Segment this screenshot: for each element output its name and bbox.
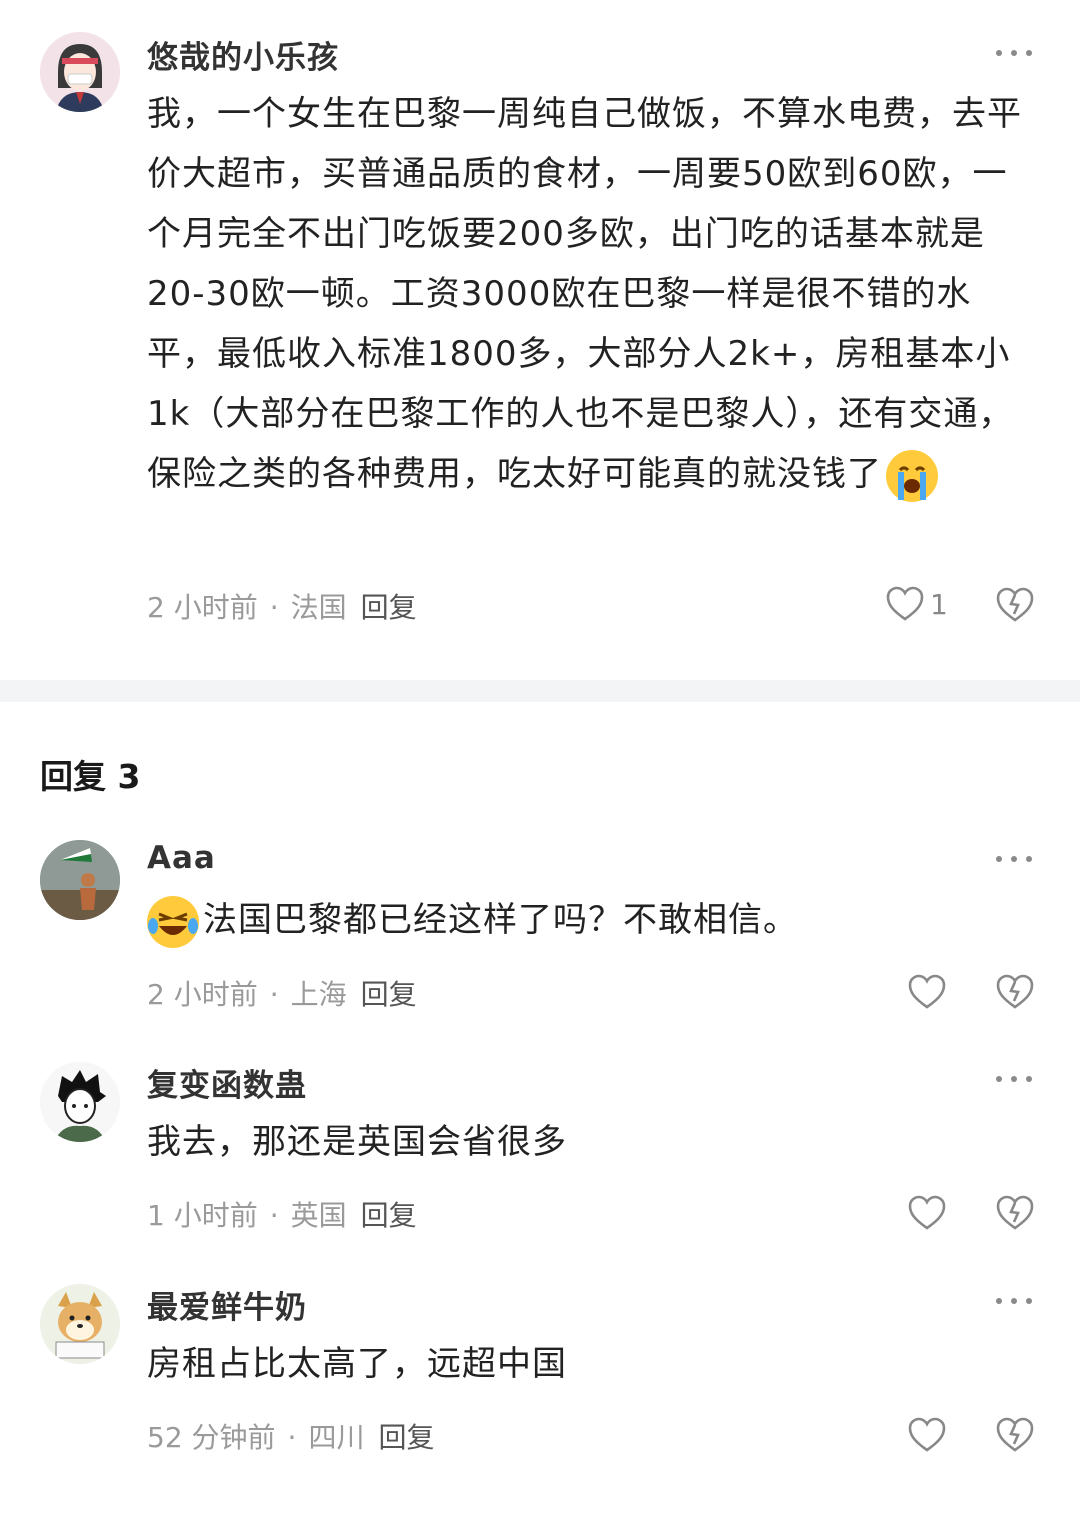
comment-text-content: 我去，那还是英国会省很多 bbox=[147, 1122, 567, 1162]
avatar[interactable] bbox=[40, 1284, 120, 1364]
separator: · bbox=[287, 1421, 297, 1454]
location: 英国 bbox=[290, 1199, 347, 1232]
comment-meta: 2 小时前 · 法国 回复 bbox=[147, 586, 417, 626]
heart-icon bbox=[886, 586, 924, 621]
reply-button[interactable]: 回复 bbox=[361, 978, 417, 1011]
laughing-tears-emoji-icon bbox=[147, 895, 199, 948]
reply-item: 复变函数蛊 我去，那还是英国会省很多 1 小时前 · 英国 回复 bbox=[0, 1040, 1080, 1240]
avatar[interactable] bbox=[40, 1062, 120, 1142]
section-divider bbox=[0, 680, 1080, 702]
comment-meta: 52 分钟前 · 四川 回复 bbox=[147, 1416, 434, 1456]
reply-item: 最爱鲜牛奶 房租占比太高了，远超中国 52 分钟前 · 四川 回复 bbox=[0, 1262, 1080, 1502]
comment-text-content: 我，一个女生在巴黎一周纯自己做饭，不算水电费，去平价大超市，买普通品质的食材，一… bbox=[147, 94, 1022, 494]
like-count: 1 bbox=[930, 587, 948, 621]
comment-text: 我，一个女生在巴黎一周纯自己做饭，不算水电费，去平价大超市，买普通品质的食材，一… bbox=[147, 84, 1037, 504]
comment-text: 我去，那还是英国会省很多 bbox=[147, 1112, 1037, 1172]
location: 上海 bbox=[290, 978, 347, 1011]
dislike-icon[interactable] bbox=[996, 974, 1034, 1010]
heart-icon[interactable] bbox=[908, 1195, 946, 1231]
dislike-icon[interactable] bbox=[996, 1417, 1034, 1453]
username[interactable]: Aaa bbox=[147, 840, 216, 876]
timestamp: 1 小时前 bbox=[147, 1199, 258, 1232]
reply-button[interactable]: 回复 bbox=[378, 1421, 434, 1454]
comment-text-content: 法国巴黎都已经这样了吗？不敢相信。 bbox=[203, 900, 798, 940]
username[interactable]: 悠哉的小乐孩 bbox=[147, 32, 339, 77]
timestamp: 2 小时前 bbox=[147, 978, 258, 1011]
heart-icon[interactable] bbox=[908, 974, 946, 1010]
comment-meta: 1 小时前 · 英国 回复 bbox=[147, 1194, 417, 1234]
more-icon[interactable] bbox=[996, 1296, 1032, 1306]
reply-item: Aaa 法国巴黎都已经这样了吗？不敢相信。 2 小时前 · 上海 回复 bbox=[0, 820, 1080, 1020]
location: 法国 bbox=[290, 591, 347, 624]
username[interactable]: 复变函数蛊 bbox=[147, 1060, 307, 1105]
reply-button[interactable]: 回复 bbox=[361, 1199, 417, 1232]
avatar[interactable] bbox=[40, 32, 120, 112]
separator: · bbox=[269, 978, 279, 1011]
main-comment: 悠哉的小乐孩 我，一个女生在巴黎一周纯自己做饭，不算水电费，去平价大超市，买普通… bbox=[0, 0, 1080, 680]
comment-meta: 2 小时前 · 上海 回复 bbox=[147, 973, 417, 1013]
replies-header: 回复 3 bbox=[40, 757, 141, 796]
comment-text-content: 房租占比太高了，远超中国 bbox=[147, 1344, 567, 1384]
location: 四川 bbox=[308, 1421, 365, 1454]
dislike-icon[interactable] bbox=[996, 587, 1034, 623]
more-icon[interactable] bbox=[996, 1074, 1032, 1084]
comment-text: 房租占比太高了，远超中国 bbox=[147, 1334, 1037, 1394]
more-icon[interactable] bbox=[996, 48, 1032, 58]
timestamp: 52 分钟前 bbox=[147, 1421, 276, 1454]
username[interactable]: 最爱鲜牛奶 bbox=[147, 1282, 307, 1327]
timestamp: 2 小时前 bbox=[147, 591, 258, 624]
avatar[interactable] bbox=[40, 840, 120, 920]
crying-face-emoji-icon bbox=[886, 449, 938, 502]
more-icon[interactable] bbox=[996, 854, 1032, 864]
heart-icon[interactable] bbox=[908, 1417, 946, 1453]
dislike-icon[interactable] bbox=[996, 1195, 1034, 1231]
separator: · bbox=[269, 591, 279, 624]
like-button[interactable]: 1 bbox=[886, 586, 948, 622]
separator: · bbox=[269, 1199, 279, 1232]
comment-text: 法国巴黎都已经这样了吗？不敢相信。 bbox=[147, 890, 1037, 950]
reply-button[interactable]: 回复 bbox=[361, 591, 417, 624]
